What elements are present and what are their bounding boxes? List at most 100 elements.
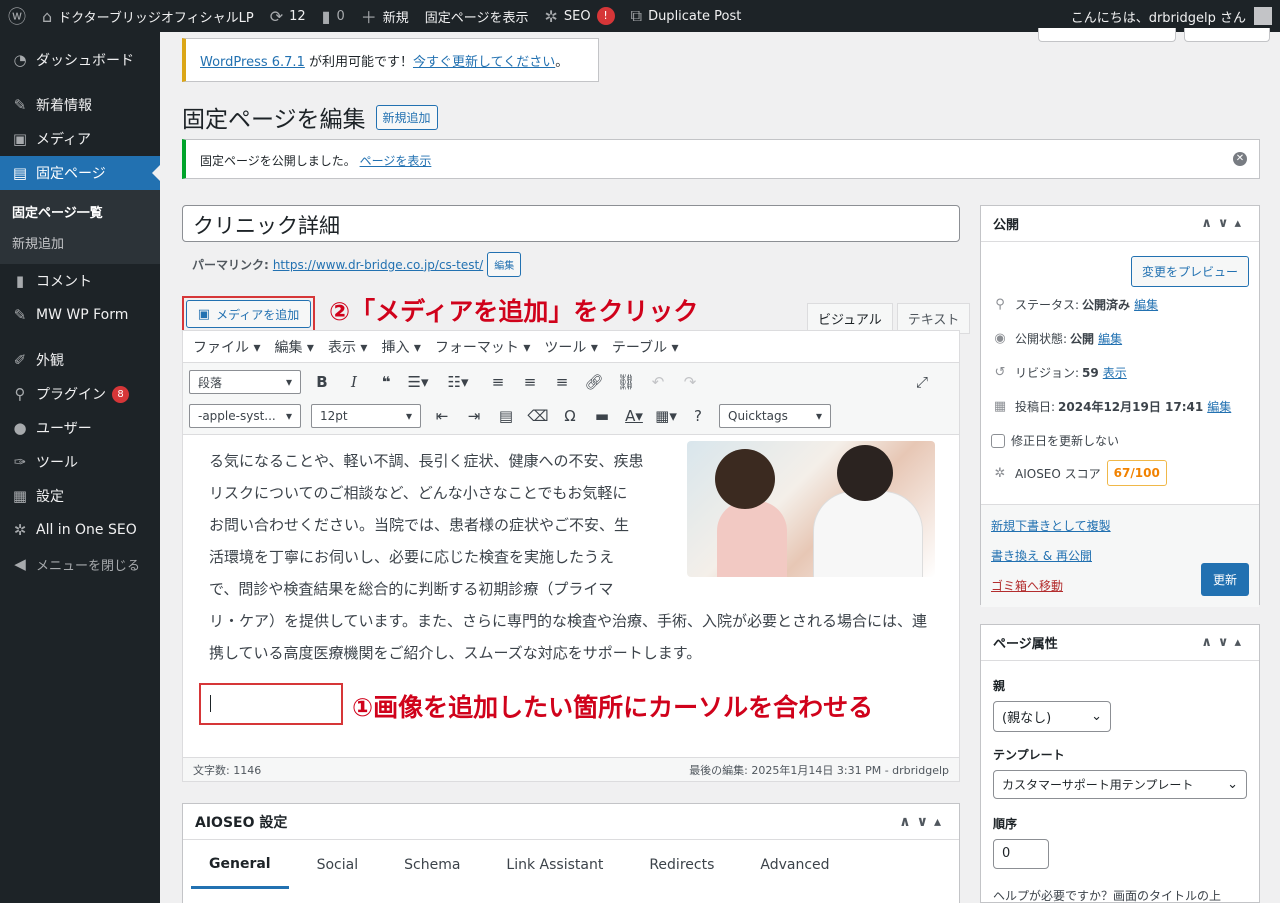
sidebar-item-settings[interactable]: ▦ 設定 (0, 479, 160, 513)
bullet-list-icon[interactable]: ☰▾ (407, 373, 429, 391)
editor-content[interactable]: る気になることや、軽い不調、長引く症状、健康への不安、疾患 リスクについてのご相… (183, 435, 959, 725)
box-controls-icon[interactable]: ∧∨▴ (899, 814, 947, 830)
fullscreen-icon[interactable]: ⤢ (911, 373, 933, 391)
box-controls-icon[interactable]: ∧∨▴ (1201, 635, 1247, 650)
annotation-step1: ①画像を追加したい箇所にカーソルを合わせる (352, 693, 874, 722)
update-now-link[interactable]: 今すぐ更新してください (413, 55, 555, 70)
view-revisions-link[interactable]: 表示 (1103, 364, 1127, 381)
content-image[interactable] (687, 441, 935, 577)
sidebar-item-media[interactable]: ▣ メディア (0, 122, 160, 156)
menu-file[interactable]: ファイル ▾ (193, 337, 260, 357)
align-center-icon[interactable]: ≡ (519, 373, 541, 391)
edit-visibility-link[interactable]: 編集 (1098, 330, 1122, 347)
add-new-page-button[interactable]: 新規追加 (375, 104, 438, 130)
clear-format-icon[interactable]: ⌫ (527, 407, 549, 425)
wordpress-version-link[interactable]: WordPress 6.7.1 (200, 55, 305, 70)
bold-icon[interactable]: B (311, 373, 333, 391)
aioseo-score-badge[interactable]: 67/100 (1106, 460, 1167, 486)
copy-icon: ⧉ (630, 6, 643, 25)
sidebar-item-news[interactable]: ✎ 新着情報 (0, 88, 160, 122)
edit-permalink-button[interactable]: 編集 (487, 252, 522, 277)
order-label: 順序 (993, 817, 1018, 831)
rewrite-republish-link[interactable]: 書き換え & 再公開 (991, 547, 1092, 564)
horizontal-line-icon[interactable]: ▬ (591, 407, 613, 425)
view-page-link[interactable]: 固定ページを表示 (417, 0, 537, 32)
outdent-icon[interactable]: ⇤ (431, 407, 453, 425)
blockquote-icon[interactable]: ❝ (375, 373, 397, 391)
tab-redirects[interactable]: Redirects (631, 843, 732, 887)
font-size-select[interactable]: 12pt ▾ (311, 404, 421, 428)
edit-date-link[interactable]: 編集 (1207, 398, 1231, 415)
text-color-icon[interactable]: A▾ (623, 407, 645, 425)
help-icon[interactable]: ? (687, 407, 709, 425)
tab-social[interactable]: Social (299, 843, 377, 887)
post-title-input[interactable]: クリニック詳細 (182, 205, 960, 242)
menu-insert[interactable]: 挿入 ▾ (381, 337, 420, 357)
paste-text-icon[interactable]: ▤ (495, 407, 517, 425)
seo-menu[interactable]: ✲ SEO! (537, 0, 623, 32)
dismiss-notice-icon[interactable]: ✕ (1233, 152, 1247, 166)
box-controls-icon[interactable]: ∧∨▴ (1201, 216, 1247, 231)
special-char-icon[interactable]: Ω (559, 407, 581, 425)
tab-advanced[interactable]: Advanced (742, 843, 847, 887)
collapse-icon: ◀ (14, 555, 26, 573)
unlink-icon[interactable]: ⛓︎ (615, 373, 637, 391)
sidebar-item-mw-wp-form[interactable]: ✎ MW WP Form (0, 298, 160, 332)
copy-to-draft-link[interactable]: 新規下書きとして複製 (991, 517, 1111, 534)
undo-icon[interactable]: ↶ (647, 373, 669, 391)
sidebar-item-tools[interactable]: ✑ ツール (0, 445, 160, 479)
aioseo-box-header: AIOSEO 設定 ∧∨▴ (183, 804, 959, 840)
redo-icon[interactable]: ↷ (679, 373, 701, 391)
quicktags-select[interactable]: Quicktags ▾ (719, 404, 831, 428)
link-icon[interactable]: 🔗︎ (583, 373, 605, 391)
gear-icon: ✲ (544, 6, 558, 26)
settings-icon: ▦ (12, 487, 28, 505)
format-select[interactable]: 段落 ▾ (189, 370, 301, 394)
submenu-add-new[interactable]: 新規追加 (0, 227, 160, 258)
menu-tools[interactable]: ツール ▾ (544, 337, 597, 357)
menu-edit[interactable]: 編集 ▾ (274, 337, 313, 357)
tab-link-assistant[interactable]: Link Assistant (488, 843, 621, 887)
comments-link[interactable]: ▮ 0 (314, 0, 353, 32)
gear-icon: ✲ (13, 521, 27, 539)
wordpress-logo-icon[interactable]: ⓦ (0, 0, 34, 32)
table-icon[interactable]: ▦▾ (655, 407, 677, 425)
italic-icon[interactable]: I (343, 373, 365, 391)
sidebar-item-users[interactable]: ● ユーザー (0, 411, 160, 445)
order-input[interactable]: 0 (993, 839, 1049, 869)
tab-general[interactable]: General (191, 842, 289, 889)
sidebar-item-plugins[interactable]: ⚲ プラグイン 8 (0, 377, 160, 411)
no-update-date-checkbox[interactable] (991, 433, 1005, 448)
align-left-icon[interactable]: ≡ (487, 373, 509, 391)
align-right-icon[interactable]: ≡ (551, 373, 573, 391)
sidebar-item-appearance[interactable]: ✐ 外観 (0, 343, 160, 377)
template-select[interactable]: カスタマーサポート用テンプレート ⌄ (993, 770, 1247, 799)
view-page-link[interactable]: ページを表示 (360, 154, 432, 168)
permalink-url[interactable]: https://www.dr-bridge.co.jp/cs-test/ (273, 258, 483, 272)
font-family-select[interactable]: -apple-syst... ▾ (189, 404, 301, 428)
indent-icon[interactable]: ⇥ (463, 407, 485, 425)
numbered-list-icon[interactable]: ☷▾ (447, 373, 469, 391)
sidebar-item-pages[interactable]: ▤ 固定ページ (0, 156, 160, 190)
site-name-link[interactable]: ⌂ ドクターブリッジオフィシャルLP (34, 0, 262, 32)
update-button[interactable]: 更新 (1200, 563, 1249, 596)
updates-link[interactable]: ⟳ 12 (262, 0, 314, 32)
new-content-link[interactable]: ＋新規 (353, 0, 417, 32)
add-media-button[interactable]: ▣ メディアを追加 (186, 300, 311, 328)
submenu-all-pages[interactable]: 固定ページ一覧 (0, 196, 160, 227)
edit-status-link[interactable]: 編集 (1134, 296, 1158, 313)
menu-table[interactable]: テーブル ▾ (612, 337, 679, 357)
sidebar-item-all-in-one-seo[interactable]: ✲ All in One SEO (0, 513, 160, 547)
move-to-trash-link[interactable]: ゴミ箱へ移動 (991, 577, 1063, 594)
sidebar-item-dashboard[interactable]: ◔ ダッシュボード (0, 43, 160, 77)
sidebar-item-comments[interactable]: ▮ コメント (0, 264, 160, 298)
tab-schema[interactable]: Schema (386, 843, 478, 887)
screen-options-tab[interactable] (1038, 28, 1176, 42)
collapse-menu-button[interactable]: ◀ メニューを閉じる (0, 547, 160, 581)
parent-select[interactable]: (親なし) ⌄ (993, 701, 1111, 732)
duplicate-post-link[interactable]: ⧉ Duplicate Post (623, 0, 750, 32)
menu-view[interactable]: 表示 ▾ (328, 337, 367, 357)
menu-format[interactable]: フォーマット ▾ (435, 337, 530, 357)
preview-changes-button[interactable]: 変更をプレビュー (1130, 256, 1249, 287)
help-tab[interactable] (1184, 28, 1270, 42)
